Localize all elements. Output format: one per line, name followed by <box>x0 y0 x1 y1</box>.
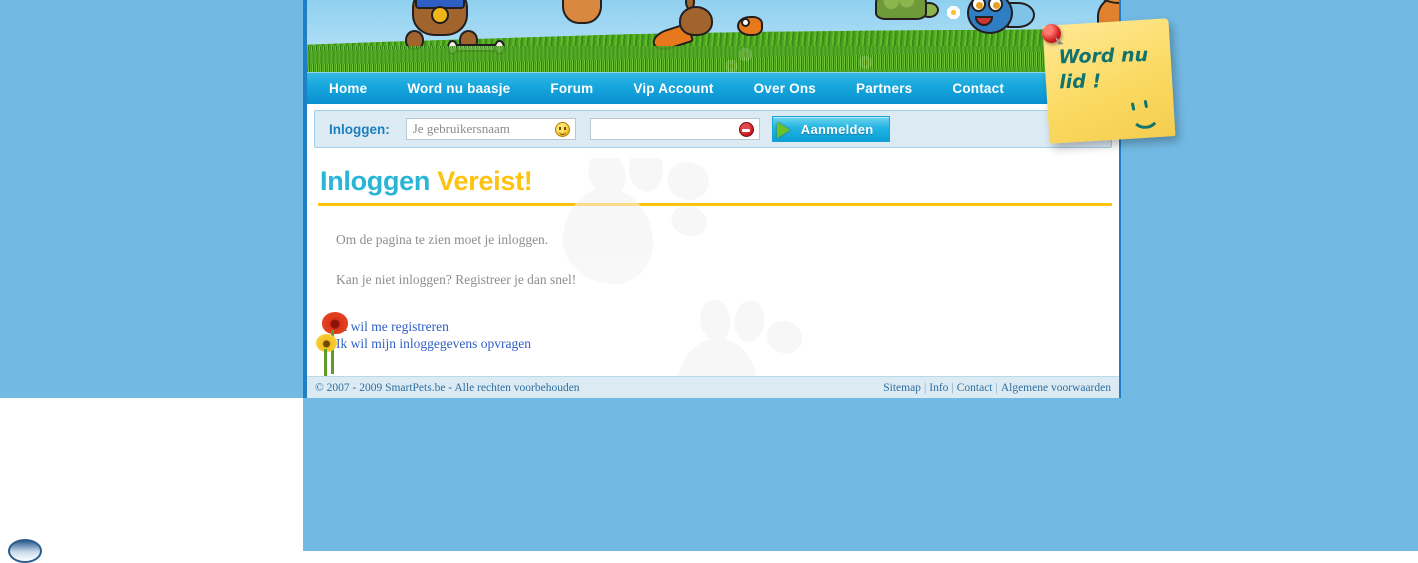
page-title-part1: Inloggen <box>320 166 431 196</box>
sticky-note-text: Word nu lid ! <box>1058 43 1149 94</box>
red-poppy-icon <box>322 312 348 374</box>
login-submit-button[interactable]: Aanmelden <box>771 116 890 142</box>
site-page-container: Home Word nu baasje Forum Vip Account Ov… <box>303 0 1121 398</box>
banner-grass-tufts <box>307 46 1119 72</box>
nav-item-contact[interactable]: Contact <box>952 81 1004 96</box>
password-field-wrapper[interactable] <box>589 118 760 140</box>
nav-item-over-ons[interactable]: Over Ons <box>754 81 816 96</box>
footer-separator: | <box>923 381 927 394</box>
smiley-face-icon <box>1127 101 1158 127</box>
login-label: Inloggen: <box>329 121 390 137</box>
smiley-icon <box>554 122 570 137</box>
password-input[interactable] <box>590 119 759 139</box>
nav-item-vip-account[interactable]: Vip Account <box>633 81 713 96</box>
main-navigation: Home Word nu baasje Forum Vip Account Ov… <box>307 72 1119 104</box>
nav-item-forum[interactable]: Forum <box>550 81 593 96</box>
nav-item-home[interactable]: Home <box>329 81 367 96</box>
login-bar: Inloggen: Aanmelden <box>314 110 1112 148</box>
nav-item-word-nu-baasje[interactable]: Word nu baasje <box>407 81 510 96</box>
footer-link-info[interactable]: Info <box>929 382 948 394</box>
footer-separator: | <box>995 381 998 394</box>
site-banner <box>307 0 1119 72</box>
sticky-note-join[interactable]: Word nu lid ! <box>1042 18 1176 144</box>
green-arrow-icon <box>776 122 790 138</box>
site-footer: © 2007 - 2009 SmartPets.be - Alle rechte… <box>307 376 1119 398</box>
footer-separator: | <box>951 381 954 394</box>
footer-link-sitemap[interactable]: Sitemap <box>883 382 921 394</box>
bottom-left-partial-widget[interactable] <box>8 539 42 563</box>
page-background-bottom-right <box>303 398 1418 551</box>
page-title-part2: Vereist <box>437 166 524 196</box>
nav-item-partners[interactable]: Partners <box>856 81 912 96</box>
username-field-wrapper[interactable] <box>405 118 576 140</box>
footer-links: Sitemap | Info | Contact | Algemene voorwaarde… <box>883 382 1111 394</box>
main-content: Inloggen Vereist! Om de pagina te zien m… <box>314 158 1112 390</box>
footer-link-algemene-voorwaarden[interactable]: Algemene voorwaarden <box>1001 382 1111 394</box>
page-background-bottom-left <box>0 398 303 551</box>
footer-link-contact[interactable]: Contact <box>957 382 993 394</box>
footer-copyright: © 2007 - 2009 SmartPets.be - Alle rechte… <box>315 381 580 394</box>
no-entry-icon <box>738 122 754 137</box>
yellow-flower-icon <box>316 334 337 381</box>
username-input[interactable] <box>406 119 575 139</box>
daisy-illustration <box>947 6 960 19</box>
red-pushpin-icon <box>1041 23 1062 44</box>
login-submit-label: Aanmelden <box>800 121 874 137</box>
page-title-part3: ! <box>523 166 533 196</box>
